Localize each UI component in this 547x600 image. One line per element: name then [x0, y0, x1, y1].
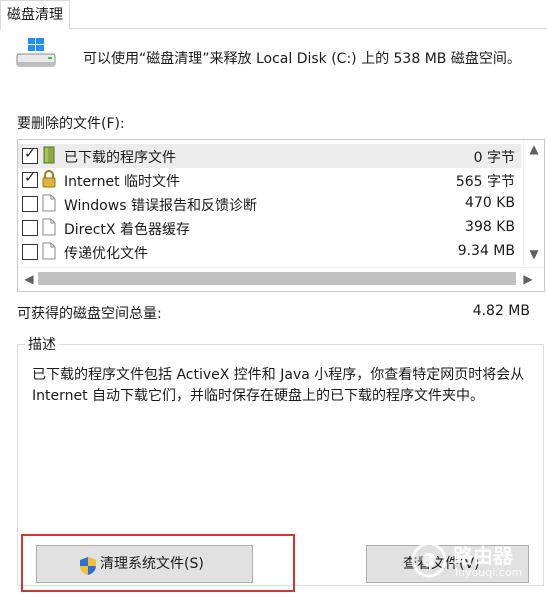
document-icon	[42, 194, 56, 212]
lock-icon	[42, 170, 56, 188]
file-name: Internet 临时文件	[64, 174, 181, 190]
checkbox[interactable]: ✓	[22, 146, 38, 164]
file-size: 565 字节	[455, 174, 515, 190]
file-size: 0 字节	[473, 150, 515, 166]
files-to-delete-label: 要删除的文件(F):	[17, 116, 125, 132]
list-item[interactable]: ✓ Internet 临时文件 565 字节	[18, 168, 521, 192]
scroll-left-icon[interactable]: ◀	[20, 270, 38, 288]
scroll-up-icon[interactable]: ▲	[525, 140, 543, 158]
file-size: 398 KB	[465, 219, 515, 235]
file-size: 9.34 MB	[457, 243, 515, 259]
file-name: 传递优化文件	[64, 246, 148, 262]
file-name: Windows 错误报告和反馈诊断	[64, 198, 257, 214]
scroll-down-icon[interactable]: ▼	[525, 245, 543, 263]
tab-strip	[0, 0, 547, 29]
tab-disk-cleanup[interactable]: 磁盘清理	[0, 0, 70, 30]
check-mark-icon: ✓	[24, 146, 36, 162]
vertical-scrollbar[interactable]: ▲ ▼	[523, 140, 544, 267]
checkbox[interactable]	[22, 196, 38, 212]
horizontal-scroll-thumb[interactable]	[38, 272, 516, 285]
document-icon	[42, 242, 56, 260]
description-text: 已下载的程序文件包括 ActiveX 控件和 Java 小程序，你查看特定网页时…	[32, 367, 525, 404]
total-space-label: 可获得的磁盘空间总量:	[17, 306, 162, 322]
document-icon	[42, 218, 56, 236]
file-name: DirectX 着色器缓存	[64, 222, 190, 238]
list-item[interactable]: Windows 错误报告和反馈诊断 470 KB	[18, 192, 521, 216]
file-size: 470 KB	[465, 195, 515, 211]
view-files-button[interactable]: 查看文件(V)	[366, 545, 529, 583]
files-list[interactable]: ✓ 已下载的程序文件 0 字节 ✓ Internet 临时文件 565 字节 W…	[17, 139, 545, 292]
list-item[interactable]: DirectX 着色器缓存 398 KB	[18, 216, 521, 240]
list-item[interactable]: 传递优化文件 9.34 MB	[18, 240, 521, 264]
list-item[interactable]: ✓ 已下载的程序文件 0 字节	[18, 144, 521, 168]
total-space-value: 4.82 MB	[472, 303, 530, 319]
header-description: 可以使用“磁盘清理”来释放 Local Disk (C:) 上的 538 MB …	[83, 51, 521, 67]
windows-drive-icon	[14, 38, 58, 72]
view-files-label: 查看文件(V)	[403, 556, 480, 572]
horizontal-scrollbar[interactable]: ◀ ▶	[18, 267, 544, 291]
checkbox[interactable]: ✓	[22, 170, 38, 188]
description-title: 描述	[25, 334, 59, 354]
file-name: 已下载的程序文件	[64, 150, 176, 166]
highlight-box	[21, 534, 295, 592]
checkbox[interactable]	[22, 244, 38, 260]
folder-icon	[42, 146, 56, 164]
scroll-right-icon[interactable]: ▶	[519, 270, 537, 288]
check-mark-icon: ✓	[24, 170, 36, 186]
checkbox[interactable]	[22, 220, 38, 236]
